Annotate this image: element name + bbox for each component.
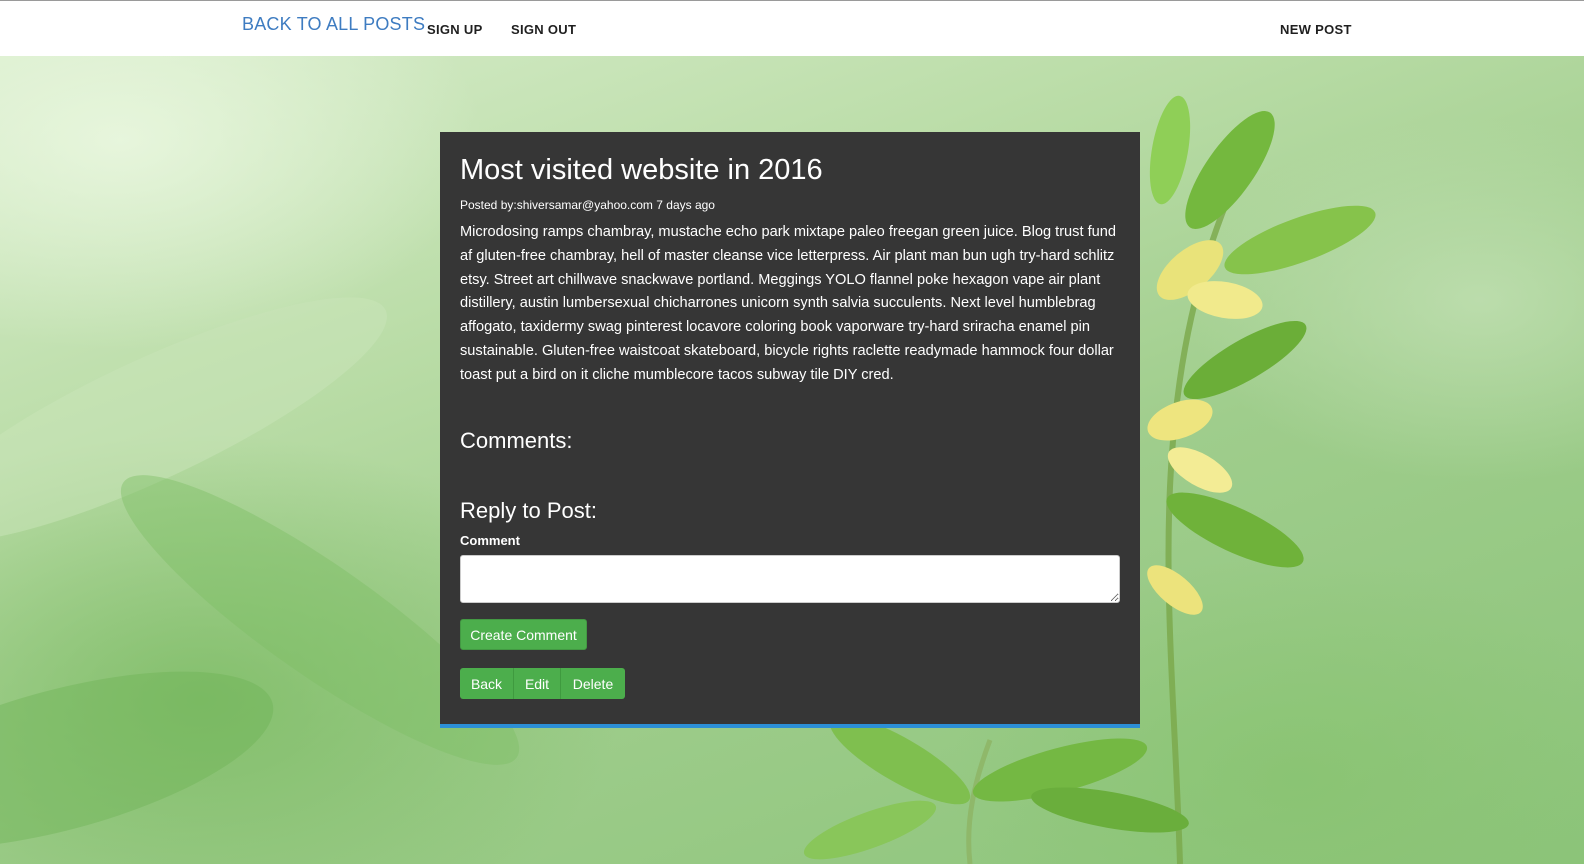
comment-input[interactable] (460, 555, 1120, 603)
back-button[interactable]: Back (460, 668, 514, 699)
post-meta: Posted by:shiversamar@yahoo.com 7 days a… (460, 198, 715, 212)
post-card: Most visited website in 2016 Posted by:s… (440, 132, 1140, 728)
reply-heading: Reply to Post: (460, 498, 597, 523)
edit-button[interactable]: Edit (514, 668, 561, 699)
post-body: Microdosing ramps chambray, mustache ech… (460, 224, 1116, 383)
delete-button[interactable]: Delete (561, 668, 625, 699)
sign-out-link[interactable]: SIGN OUT (511, 22, 576, 37)
new-post-link[interactable]: NEW POST (1280, 22, 1352, 37)
comments-heading: Comments: (460, 428, 573, 453)
sign-up-link[interactable]: SIGN UP (427, 22, 483, 37)
top-navbar: BACK TO ALL POSTS SIGN UP SIGN OUT NEW P… (0, 0, 1584, 56)
back-to-all-posts-link[interactable]: BACK TO ALL POSTS (242, 14, 425, 35)
comment-label: Comment (460, 533, 520, 548)
create-comment-button[interactable]: Create Comment (460, 619, 587, 650)
post-title: Most visited website in 2016 (460, 154, 823, 186)
post-actions-group: Back Edit Delete (460, 668, 625, 699)
